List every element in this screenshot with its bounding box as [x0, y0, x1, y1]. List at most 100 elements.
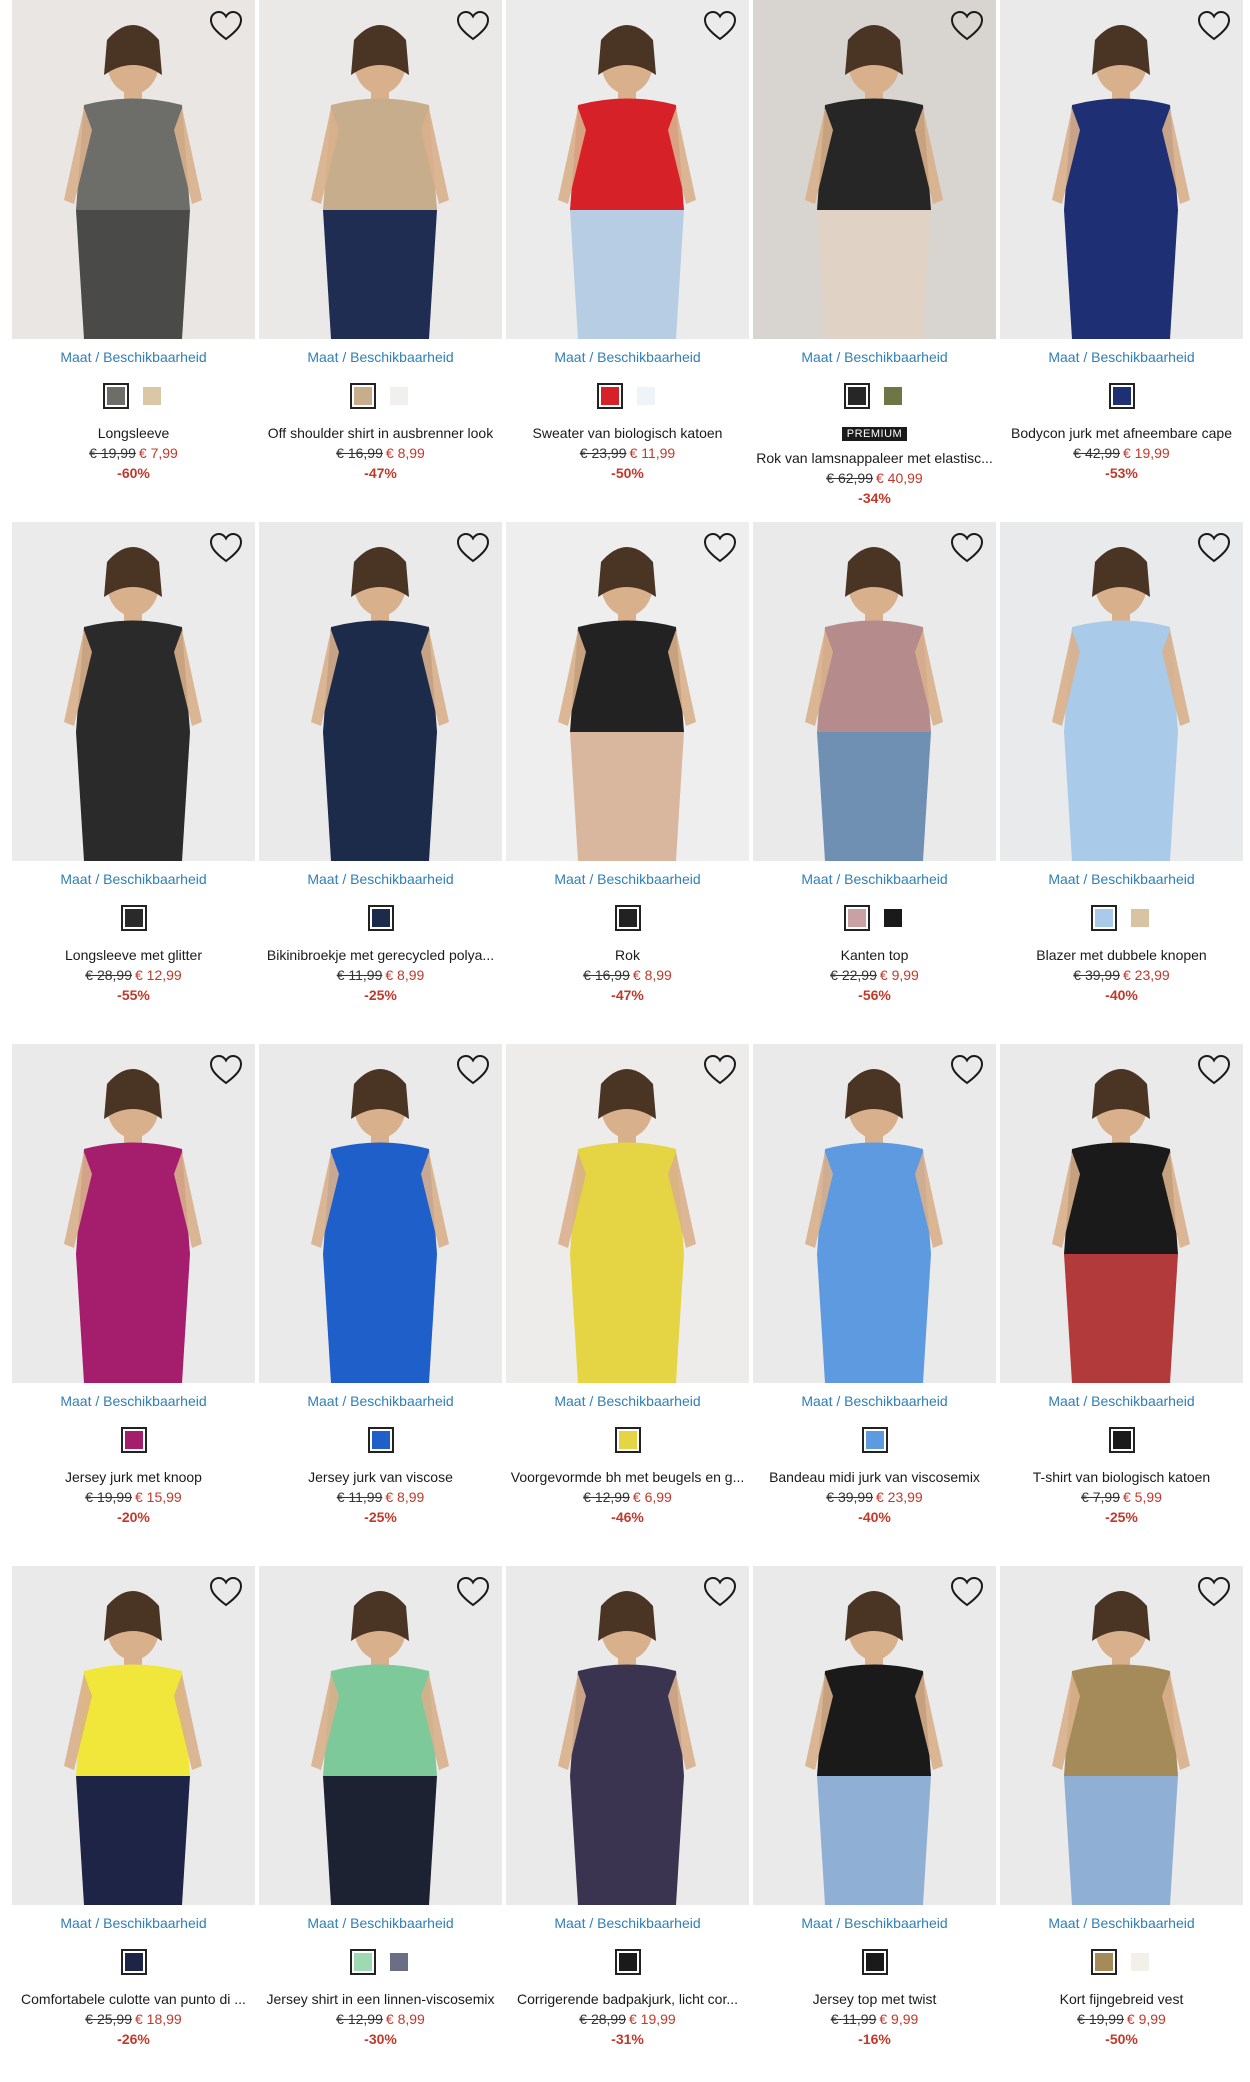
- size-availability-link[interactable]: Maat / Beschikbaarheid: [1000, 1393, 1243, 1409]
- color-swatch[interactable]: [139, 383, 165, 409]
- product-image[interactable]: [753, 522, 996, 861]
- color-swatch[interactable]: [349, 383, 376, 409]
- product-title[interactable]: Bikinibroekje met gerecycled polya...: [259, 947, 502, 963]
- product-card[interactable]: Maat / Beschikbaarheid Rok € 16,99 € 8,99…: [506, 522, 749, 1027]
- color-swatch[interactable]: [861, 1949, 888, 1975]
- wishlist-heart-icon[interactable]: [456, 1054, 490, 1086]
- product-image[interactable]: [1000, 1044, 1243, 1383]
- wishlist-heart-icon[interactable]: [456, 1576, 490, 1608]
- product-image[interactable]: [753, 1044, 996, 1383]
- product-card[interactable]: Maat / Beschikbaarheid Longsleeve € 19,9…: [12, 0, 255, 505]
- size-availability-link[interactable]: Maat / Beschikbaarheid: [1000, 1915, 1243, 1931]
- product-title[interactable]: Bandeau midi jurk van viscosemix: [753, 1469, 996, 1485]
- product-image[interactable]: [753, 1566, 996, 1905]
- color-swatch[interactable]: [349, 1949, 376, 1975]
- size-availability-link[interactable]: Maat / Beschikbaarheid: [12, 871, 255, 887]
- product-image[interactable]: [12, 0, 255, 339]
- color-swatch[interactable]: [614, 1427, 641, 1453]
- product-title[interactable]: Voorgevormde bh met beugels en g...: [506, 1469, 749, 1485]
- product-image[interactable]: [506, 0, 749, 339]
- color-swatch[interactable]: [102, 383, 129, 409]
- size-availability-link[interactable]: Maat / Beschikbaarheid: [1000, 349, 1243, 365]
- size-availability-link[interactable]: Maat / Beschikbaarheid: [506, 349, 749, 365]
- product-card[interactable]: Maat / Beschikbaarheid Sweater van biolo…: [506, 0, 749, 505]
- wishlist-heart-icon[interactable]: [950, 10, 984, 42]
- wishlist-heart-icon[interactable]: [209, 1576, 243, 1608]
- product-card[interactable]: Maat / Beschikbaarheid Off shoulder shir…: [259, 0, 502, 505]
- product-image[interactable]: [12, 1044, 255, 1383]
- product-image[interactable]: [259, 522, 502, 861]
- size-availability-link[interactable]: Maat / Beschikbaarheid: [259, 349, 502, 365]
- wishlist-heart-icon[interactable]: [1197, 1576, 1231, 1608]
- size-availability-link[interactable]: Maat / Beschikbaarheid: [259, 871, 502, 887]
- size-availability-link[interactable]: Maat / Beschikbaarheid: [259, 1915, 502, 1931]
- color-swatch[interactable]: [120, 1949, 147, 1975]
- wishlist-heart-icon[interactable]: [703, 10, 737, 42]
- product-card[interactable]: Maat / Beschikbaarheid Jersey top met tw…: [753, 1566, 996, 2071]
- product-image[interactable]: [753, 0, 996, 339]
- product-card[interactable]: Maat / Beschikbaarheid Jersey shirt in e…: [259, 1566, 502, 2071]
- product-card[interactable]: Maat / Beschikbaarheid Comfortabele culo…: [12, 1566, 255, 2071]
- wishlist-heart-icon[interactable]: [1197, 532, 1231, 564]
- size-availability-link[interactable]: Maat / Beschikbaarheid: [1000, 871, 1243, 887]
- color-swatch[interactable]: [633, 383, 659, 409]
- product-title[interactable]: Kanten top: [753, 947, 996, 963]
- color-swatch[interactable]: [386, 383, 412, 409]
- product-title[interactable]: Jersey top met twist: [753, 1991, 996, 2007]
- wishlist-heart-icon[interactable]: [209, 1054, 243, 1086]
- color-swatch[interactable]: [843, 383, 870, 409]
- product-title[interactable]: Sweater van biologisch katoen: [506, 425, 749, 441]
- product-title[interactable]: Longsleeve: [12, 425, 255, 441]
- size-availability-link[interactable]: Maat / Beschikbaarheid: [259, 1393, 502, 1409]
- wishlist-heart-icon[interactable]: [1197, 1054, 1231, 1086]
- product-title[interactable]: Longsleeve met glitter: [12, 947, 255, 963]
- color-swatch[interactable]: [614, 1949, 641, 1975]
- wishlist-heart-icon[interactable]: [209, 10, 243, 42]
- product-card[interactable]: Maat / Beschikbaarheid Jersey jurk met k…: [12, 1044, 255, 1549]
- product-card[interactable]: Maat / Beschikbaarheid Bikinibroekje met…: [259, 522, 502, 1027]
- wishlist-heart-icon[interactable]: [1197, 10, 1231, 42]
- product-image[interactable]: [259, 1566, 502, 1905]
- wishlist-heart-icon[interactable]: [950, 1054, 984, 1086]
- product-image[interactable]: [1000, 1566, 1243, 1905]
- product-card[interactable]: Maat / Beschikbaarheid PREMIUM Rok van l…: [753, 0, 996, 506]
- size-availability-link[interactable]: Maat / Beschikbaarheid: [12, 349, 255, 365]
- color-swatch[interactable]: [596, 383, 623, 409]
- color-swatch[interactable]: [1108, 1427, 1135, 1453]
- product-image[interactable]: [12, 522, 255, 861]
- color-swatch[interactable]: [880, 905, 906, 931]
- size-availability-link[interactable]: Maat / Beschikbaarheid: [506, 1915, 749, 1931]
- product-image[interactable]: [12, 1566, 255, 1905]
- product-image[interactable]: [506, 1044, 749, 1383]
- size-availability-link[interactable]: Maat / Beschikbaarheid: [753, 1393, 996, 1409]
- product-card[interactable]: Maat / Beschikbaarheid Kort fijngebreid …: [1000, 1566, 1243, 2071]
- product-title[interactable]: Rok: [506, 947, 749, 963]
- product-title[interactable]: Off shoulder shirt in ausbrenner look: [259, 425, 502, 441]
- wishlist-heart-icon[interactable]: [456, 532, 490, 564]
- wishlist-heart-icon[interactable]: [456, 10, 490, 42]
- wishlist-heart-icon[interactable]: [703, 1054, 737, 1086]
- size-availability-link[interactable]: Maat / Beschikbaarheid: [753, 871, 996, 887]
- color-swatch[interactable]: [367, 1427, 394, 1453]
- product-title[interactable]: Blazer met dubbele knopen: [1000, 947, 1243, 963]
- product-title[interactable]: Rok van lamsnappaleer met elastisc...: [753, 450, 996, 466]
- color-swatch[interactable]: [614, 905, 641, 931]
- size-availability-link[interactable]: Maat / Beschikbaarheid: [753, 349, 996, 365]
- product-card[interactable]: Maat / Beschikbaarheid Bandeau midi jurk…: [753, 1044, 996, 1549]
- size-availability-link[interactable]: Maat / Beschikbaarheid: [506, 871, 749, 887]
- wishlist-heart-icon[interactable]: [703, 532, 737, 564]
- product-image[interactable]: [1000, 522, 1243, 861]
- product-card[interactable]: Maat / Beschikbaarheid T-shirt van biolo…: [1000, 1044, 1243, 1549]
- product-card[interactable]: Maat / Beschikbaarheid Blazer met dubbel…: [1000, 522, 1243, 1027]
- color-swatch[interactable]: [1127, 905, 1153, 931]
- wishlist-heart-icon[interactable]: [209, 532, 243, 564]
- product-title[interactable]: Jersey shirt in een linnen-viscosemix: [259, 1991, 502, 2007]
- color-swatch[interactable]: [843, 905, 870, 931]
- product-card[interactable]: Maat / Beschikbaarheid Jersey jurk van v…: [259, 1044, 502, 1549]
- product-image[interactable]: [1000, 0, 1243, 339]
- color-swatch[interactable]: [120, 1427, 147, 1453]
- product-title[interactable]: Kort fijngebreid vest: [1000, 1991, 1243, 2007]
- color-swatch[interactable]: [367, 905, 394, 931]
- product-title[interactable]: Comfortabele culotte van punto di ...: [12, 1991, 255, 2007]
- color-swatch[interactable]: [1090, 1949, 1117, 1975]
